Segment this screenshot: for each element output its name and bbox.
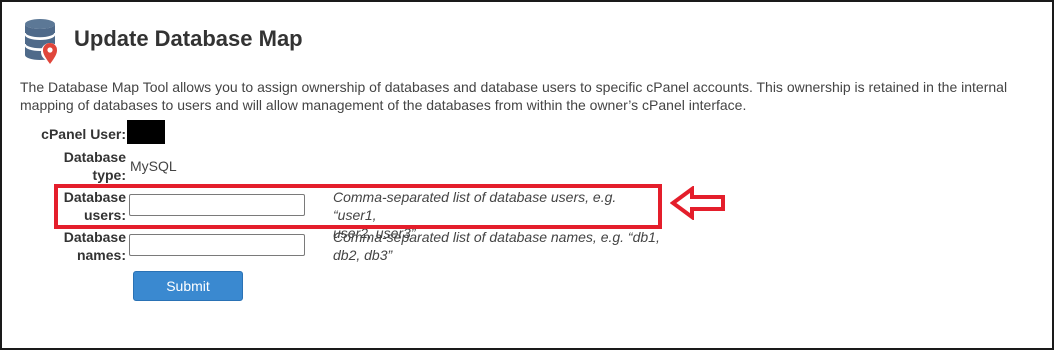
annotation-arrow-left-icon bbox=[670, 186, 725, 220]
database-names-label-line1: Database bbox=[63, 229, 126, 245]
annotation-highlight-box bbox=[54, 184, 662, 229]
database-type-label-line2: type: bbox=[92, 167, 126, 183]
database-names-label-line2: names: bbox=[76, 247, 126, 263]
window-frame: Update Database Map The Database Map Too… bbox=[0, 0, 1054, 350]
submit-button[interactable]: Submit bbox=[133, 271, 243, 301]
page-title: Update Database Map bbox=[74, 26, 303, 51]
database-names-hint-line1: Comma-separated list of database names, … bbox=[333, 229, 660, 245]
page-description: The Database Map Tool allows you to assi… bbox=[20, 79, 1008, 113]
database-type-label: Database type: bbox=[20, 148, 126, 184]
database-names-hint: Comma-separated list of database names, … bbox=[333, 228, 663, 264]
database-names-label: Database names: bbox=[20, 228, 126, 264]
database-map-icon bbox=[24, 19, 59, 64]
database-type-label-line1: Database bbox=[63, 149, 126, 165]
database-names-hint-line2: db2, db3” bbox=[333, 247, 393, 263]
database-type-value: MySQL bbox=[130, 158, 177, 174]
cpanel-user-value-redacted bbox=[127, 120, 165, 144]
cpanel-user-label: cPanel User: bbox=[41, 126, 126, 142]
database-names-input[interactable] bbox=[129, 234, 305, 256]
